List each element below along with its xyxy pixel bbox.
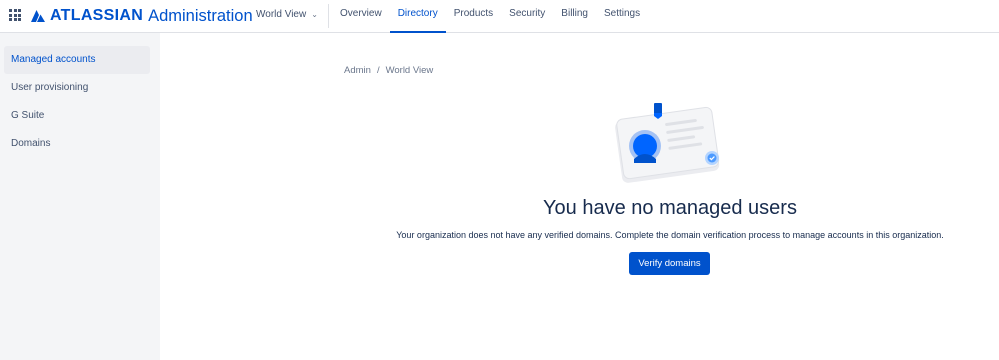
breadcrumb-current[interactable]: World View	[386, 65, 434, 76]
nav-products[interactable]: Products	[446, 0, 501, 33]
atlassian-mark-icon	[31, 10, 45, 22]
top-navigation-bar: ATLASSIAN Administration World View ⌄ Ov…	[0, 0, 999, 33]
breadcrumb-separator: /	[376, 65, 380, 76]
sidebar-item-domains[interactable]: Domains	[4, 130, 150, 158]
sidebar-item-g-suite[interactable]: G Suite	[4, 102, 150, 130]
nav-overview[interactable]: Overview	[340, 0, 390, 33]
nav-directory[interactable]: Directory	[389, 0, 446, 33]
breadcrumb: Admin / World View	[344, 65, 433, 76]
nav-security[interactable]: Security	[501, 0, 553, 33]
nav-billing[interactable]: Billing	[553, 0, 596, 33]
id-card-illustration	[615, 103, 720, 183]
product-name: Administration	[148, 6, 253, 25]
org-switcher[interactable]: World View ⌄	[256, 9, 318, 20]
sidebar-item-managed-accounts[interactable]: Managed accounts	[4, 46, 150, 74]
org-name: World View	[256, 9, 307, 20]
nav-settings[interactable]: Settings	[596, 0, 648, 33]
app-switcher-icon[interactable]	[9, 9, 21, 21]
verify-domains-button[interactable]: Verify domains	[629, 252, 710, 275]
atlassian-logo[interactable]: ATLASSIAN Administration	[30, 6, 253, 26]
brand-name: ATLASSIAN	[50, 7, 144, 24]
sidebar-item-user-provisioning[interactable]: User provisioning	[4, 74, 150, 102]
main-nav: Overview Directory Products Security Bil…	[340, 0, 648, 33]
header-divider	[328, 4, 329, 28]
chevron-down-icon: ⌄	[311, 10, 318, 19]
empty-state-description: Your organization does not have any veri…	[396, 230, 944, 240]
breadcrumb-admin[interactable]: Admin	[344, 65, 371, 76]
sidebar: Managed accounts User provisioning G Sui…	[0, 33, 160, 360]
empty-state-title: You have no managed users	[543, 197, 797, 219]
